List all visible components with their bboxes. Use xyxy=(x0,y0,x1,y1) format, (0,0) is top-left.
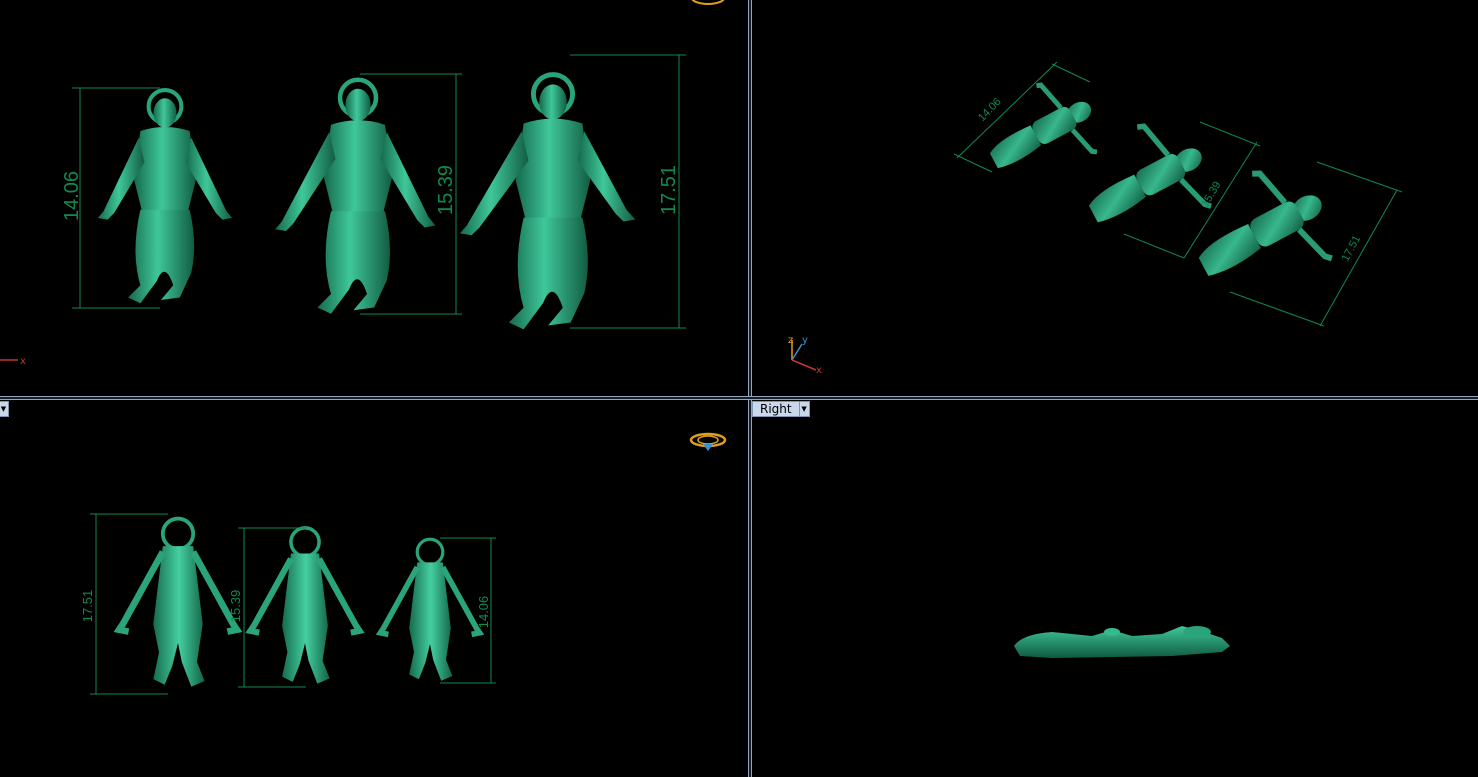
gumball-icon[interactable] xyxy=(691,0,725,5)
viewport-back[interactable]: ▼ 17.51 15.39 14.06 xyxy=(0,400,748,777)
dimension-label-3: 14.06 xyxy=(476,596,491,629)
dimension-label-2: 15.39 xyxy=(435,165,457,215)
dimension-label-3: 17.51 xyxy=(658,165,680,215)
axis-z-label: z xyxy=(788,335,793,346)
figure-model-3[interactable] xyxy=(1176,151,1347,313)
figure-model-1[interactable] xyxy=(113,516,243,687)
figure-model-side[interactable] xyxy=(1014,626,1230,658)
viewport-right[interactable]: Right ▼ xyxy=(752,400,1478,777)
viewport-perspective[interactable]: 14.06 15.39 17.51 z y x xyxy=(752,0,1478,396)
figure-model-2[interactable] xyxy=(245,526,365,684)
dimension-label-1: 14.06 xyxy=(61,171,83,221)
figure-model-2[interactable] xyxy=(275,77,436,314)
dimension-label-2: 15.39 xyxy=(228,590,243,623)
figure-model-3[interactable] xyxy=(375,537,485,681)
axis-x-label: x xyxy=(816,365,822,376)
gumball-icon[interactable] xyxy=(689,432,727,451)
dimension-label-2: 15.39 xyxy=(1199,180,1223,210)
dimension-label-1: 17.51 xyxy=(80,590,95,623)
figure-model-3[interactable] xyxy=(459,72,636,330)
figure-model-1[interactable] xyxy=(972,68,1110,197)
dimension-label-1: 14.06 xyxy=(976,96,1004,124)
figure-model-2[interactable] xyxy=(1067,107,1225,257)
dimension-label-3: 17.51 xyxy=(1340,234,1364,264)
viewport-top[interactable]: 14.06 15.39 17.51 x xyxy=(0,0,748,396)
axis-y-label: y xyxy=(802,335,808,346)
axis-x-label: x xyxy=(20,356,26,367)
figure-model-1[interactable] xyxy=(97,87,233,304)
